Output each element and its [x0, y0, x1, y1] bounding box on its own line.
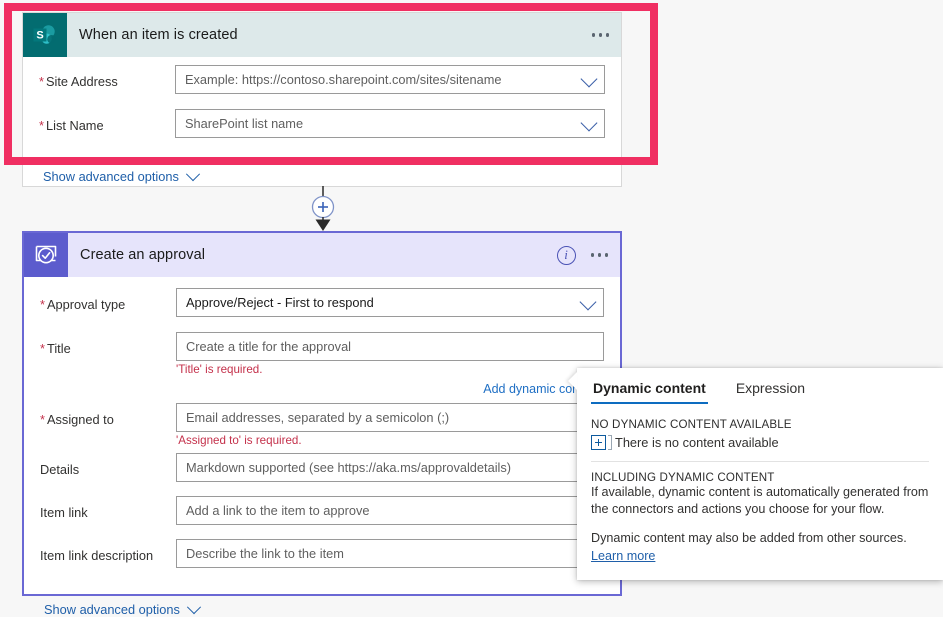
chevron-down-icon[interactable]	[580, 114, 598, 131]
label-assigned-to: * Assigned to	[40, 412, 114, 427]
input-assigned-to[interactable]: Email addresses, separated by a semicolo…	[176, 403, 604, 432]
show-advanced-options-approval[interactable]: Show advanced options	[44, 599, 201, 617]
approval-icon	[24, 233, 68, 277]
dynamic-content-link-row: Add dynamic content	[40, 380, 604, 398]
add-content-icon	[591, 435, 612, 450]
input-details[interactable]: Markdown supported (see https://aka.ms/a…	[176, 453, 604, 482]
input-title-placeholder: Create a title for the approval	[186, 339, 352, 354]
input-title[interactable]: Create a title for the approval	[176, 332, 604, 361]
input-site-address-placeholder: Example: https://contoso.sharepoint.com/…	[185, 72, 502, 87]
required-asterisk: *	[39, 118, 44, 133]
flow-designer-canvas: S When an item is created * Site Address …	[0, 0, 943, 617]
including-dynamic-content-text: If available, dynamic content is automat…	[591, 485, 929, 516]
input-list-name-placeholder: SharePoint list name	[185, 116, 304, 131]
required-asterisk: *	[39, 74, 44, 89]
input-item-link[interactable]: Add a link to the item to approve	[176, 496, 604, 525]
approval-card-body: * Approval type Approve/Reject - First to…	[24, 277, 620, 617]
input-approval-type-value: Approve/Reject - First to respond	[186, 295, 374, 310]
flyout-pointer	[568, 372, 577, 390]
info-icon[interactable]: i	[556, 245, 576, 265]
form-row-item-link: Item link Add a link to the item to appr…	[40, 496, 604, 533]
chevron-down-icon	[186, 599, 201, 614]
trigger-card-body: * Site Address Example: https://contoso.s…	[23, 57, 621, 184]
form-row-assigned-to: * Assigned to Email addresses, separated …	[40, 403, 604, 447]
approval-card-header[interactable]: Create an approval i	[24, 233, 620, 277]
input-details-placeholder: Markdown supported (see https://aka.ms/a…	[186, 460, 512, 475]
input-assigned-to-placeholder: Email addresses, separated by a semicolo…	[186, 410, 450, 425]
flyout-divider	[591, 461, 929, 462]
no-dynamic-content-heading: NO DYNAMIC CONTENT AVAILABLE	[591, 418, 792, 431]
input-item-link-description[interactable]: Describe the link to the item	[176, 539, 604, 568]
other-sources-text: Dynamic content may also be added from o…	[591, 531, 907, 545]
chevron-down-icon	[185, 166, 200, 181]
label-list-name: * List Name	[39, 118, 104, 133]
trigger-card-title: When an item is created	[79, 27, 238, 43]
approval-card-title: Create an approval	[80, 247, 206, 263]
trigger-card-when-an-item-is-created[interactable]: S When an item is created * Site Address …	[22, 12, 622, 187]
flow-connector	[296, 186, 350, 232]
approval-advanced-row: Show advanced options	[40, 599, 604, 617]
ellipsis-icon[interactable]	[585, 247, 621, 263]
row-spacer	[40, 380, 176, 398]
svg-text:S: S	[36, 29, 43, 41]
form-row-details: Details Markdown supported (see https://…	[40, 453, 604, 490]
no-content-text: There is no content available	[615, 435, 779, 450]
chevron-down-icon[interactable]	[579, 293, 597, 310]
required-asterisk: *	[40, 341, 45, 356]
including-dynamic-content-heading: INCLUDING DYNAMIC CONTENT	[591, 471, 775, 484]
sharepoint-icon: S	[23, 13, 67, 57]
ellipsis-icon[interactable]	[586, 27, 622, 43]
trigger-advanced-row: Show advanced options	[39, 166, 605, 184]
dynamic-content-flyout[interactable]: Dynamic content Expression NO DYNAMIC CO…	[568, 368, 943, 580]
form-row-approval-type: * Approval type Approve/Reject - First to…	[40, 288, 604, 325]
input-approval-type[interactable]: Approve/Reject - First to respond	[176, 288, 604, 317]
input-item-link-placeholder: Add a link to the item to approve	[186, 503, 370, 518]
form-row-site-address: * Site Address Example: https://contoso.s…	[39, 65, 605, 102]
no-content-row: There is no content available	[591, 435, 929, 450]
label-title: * Title	[40, 341, 71, 356]
label-details: Details	[40, 462, 80, 477]
label-approval-type: * Approval type	[40, 297, 126, 312]
label-item-link-description: Item link description	[40, 548, 154, 563]
form-row-item-link-description: Item link description Describe the link …	[40, 539, 604, 576]
action-card-create-an-approval[interactable]: Create an approval i * Approval type Appr…	[22, 231, 622, 617]
error-title: 'Title' is required.	[176, 363, 263, 376]
label-item-link: Item link	[40, 505, 88, 520]
required-asterisk: *	[40, 412, 45, 427]
trigger-card-header[interactable]: S When an item is created	[23, 13, 621, 57]
tab-expression[interactable]: Expression	[734, 378, 807, 404]
show-advanced-options-label: Show advanced options	[44, 602, 180, 617]
arrow-down-icon	[315, 219, 331, 231]
show-advanced-options-trigger[interactable]: Show advanced options	[43, 166, 200, 184]
form-row-list-name: * List Name SharePoint list name	[39, 109, 605, 146]
error-assigned-to: 'Assigned to' is required.	[176, 434, 302, 447]
input-item-link-description-placeholder: Describe the link to the item	[186, 546, 344, 561]
chevron-down-icon[interactable]	[580, 70, 598, 87]
show-advanced-options-label: Show advanced options	[43, 169, 179, 184]
flyout-tabs: Dynamic content Expression	[591, 368, 929, 405]
form-row-title: * Title Create a title for the approval '…	[40, 332, 604, 376]
learn-more-link[interactable]: Learn more	[591, 549, 655, 563]
input-list-name[interactable]: SharePoint list name	[175, 109, 605, 138]
input-site-address[interactable]: Example: https://contoso.sharepoint.com/…	[175, 65, 605, 94]
tab-dynamic-content[interactable]: Dynamic content	[591, 378, 708, 405]
required-asterisk: *	[40, 297, 45, 312]
label-site-address: * Site Address	[39, 74, 118, 89]
